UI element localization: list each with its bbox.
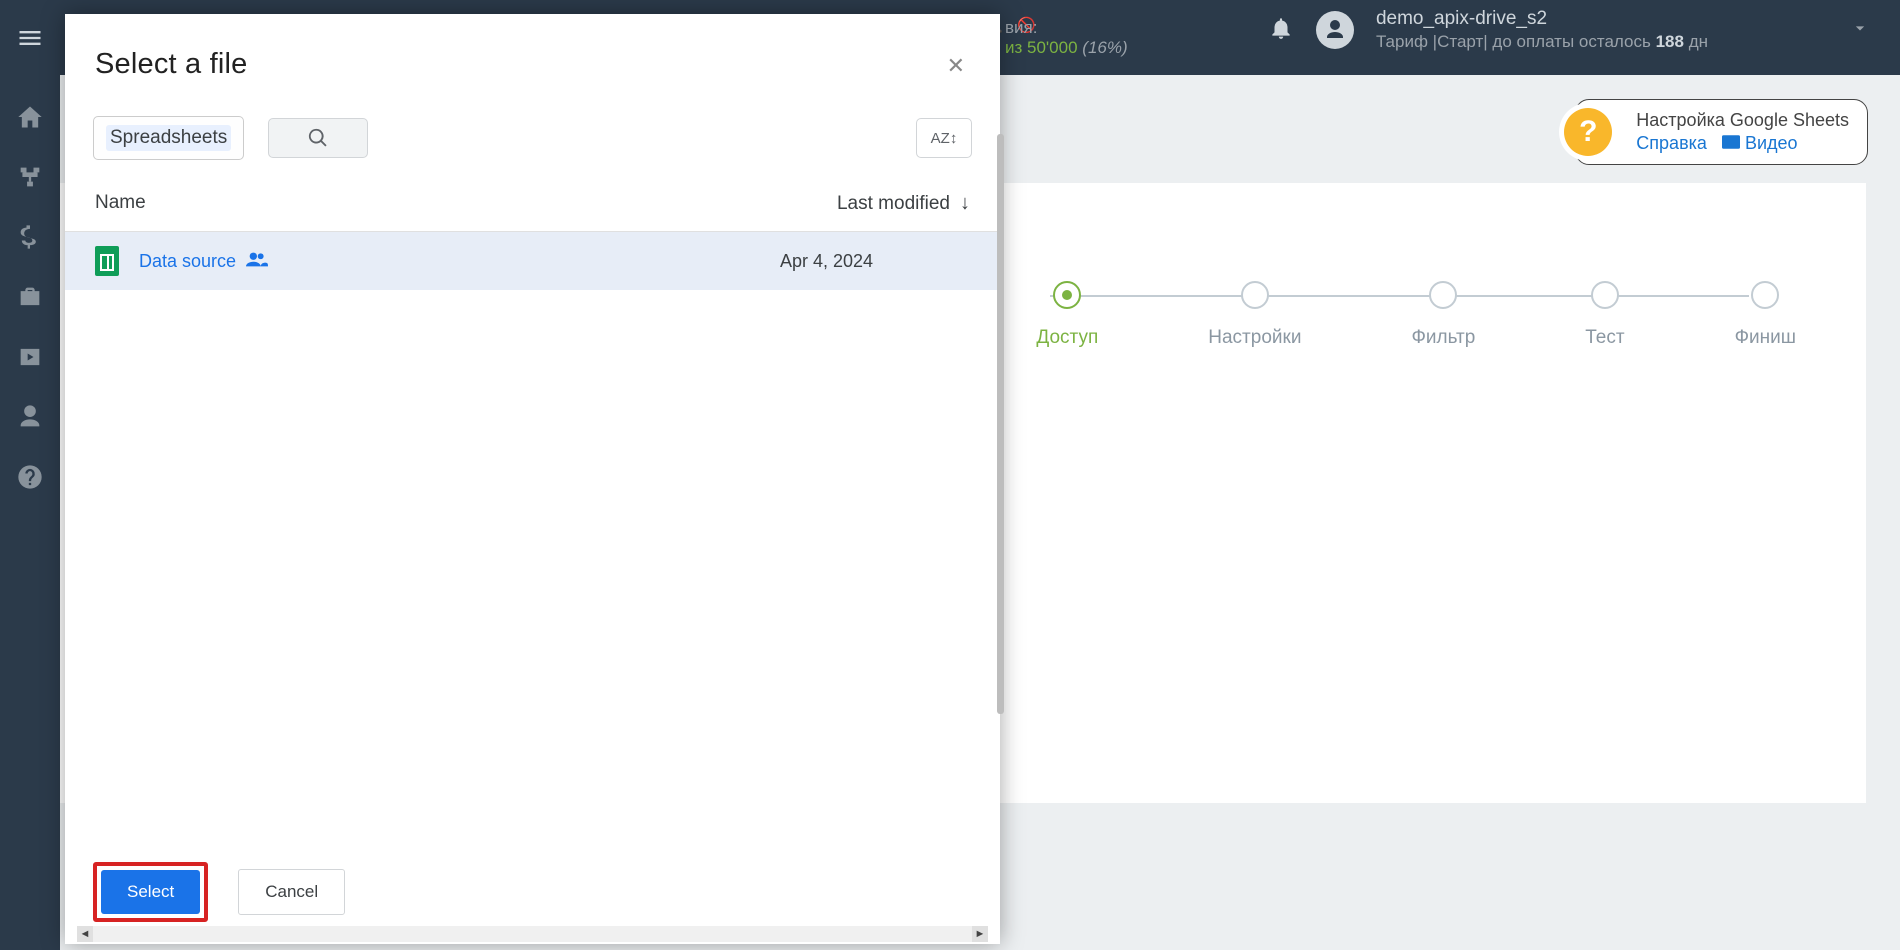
header-right: demo_apix-drive_s2 Тариф |Старт| до опла… [1268, 8, 1870, 52]
file-row[interactable]: Data sourceApr 4, 2024 [65, 232, 1000, 290]
hamburger-menu[interactable] [0, 0, 60, 75]
file-list: Data sourceApr 4, 2024 [65, 232, 1000, 840]
sidebar [0, 75, 60, 950]
scroll-track[interactable] [93, 926, 972, 942]
select-highlight: Select [93, 862, 208, 922]
help-video-link[interactable]: Видео [1745, 133, 1798, 153]
file-date: Apr 4, 2024 [780, 251, 970, 272]
type-filter-chip[interactable]: Spreadsheets [93, 116, 244, 160]
arrow-down-icon: ↓ [960, 192, 970, 215]
step-circle [1591, 281, 1619, 309]
modal-header: Select a file ✕ [65, 14, 1000, 92]
tariff-line: Тариф |Старт| до оплаты осталось 188 дн [1376, 32, 1708, 52]
scroll-left-arrow[interactable]: ◄ [77, 926, 93, 942]
step-circle [1053, 281, 1081, 309]
user-icon[interactable] [16, 403, 44, 431]
flow-icon[interactable] [16, 163, 44, 191]
step-circle [1241, 281, 1269, 309]
select-button[interactable]: Select [101, 870, 200, 914]
file-name: Data source [139, 251, 780, 272]
video-icon[interactable] [16, 343, 44, 371]
video-mini-icon [1722, 133, 1745, 153]
hamburger-icon [16, 24, 44, 52]
step-label: Настройки [1208, 327, 1301, 349]
step-финиш[interactable]: Финиш [1735, 281, 1796, 349]
step-фильтр[interactable]: Фильтр [1411, 281, 1475, 349]
horizontal-scrollbar[interactable]: ◄ ► [77, 926, 988, 942]
username: demo_apix-drive_s2 [1376, 8, 1708, 30]
usage-stats: вия: из 50'000 (16%) [1005, 18, 1128, 58]
account-info[interactable]: demo_apix-drive_s2 Тариф |Старт| до опла… [1376, 8, 1708, 52]
picker-tools: Spreadsheets AZ↕ [65, 92, 1000, 172]
scrollbar[interactable] [997, 134, 1004, 714]
help-chip: ? Настройка Google Sheets Справка Видео [1575, 99, 1868, 165]
picker-header-row: Name Last modified ↓ [65, 172, 1000, 232]
search-button[interactable] [268, 118, 368, 158]
briefcase-icon[interactable] [16, 283, 44, 311]
step-label: Доступ [1036, 327, 1098, 349]
avatar[interactable] [1316, 11, 1354, 49]
step-label: Тест [1585, 327, 1624, 349]
help-title: Настройка Google Sheets [1636, 110, 1849, 131]
file-picker-modal: Select a file ✕ Spreadsheets AZ↕ Name La… [65, 14, 1000, 944]
question-icon[interactable]: ? [1564, 108, 1612, 156]
shared-icon [246, 251, 268, 271]
close-icon[interactable]: ✕ [942, 48, 970, 84]
sort-az-button[interactable]: AZ↕ [916, 118, 972, 158]
step-доступ[interactable]: Доступ [1036, 281, 1098, 349]
bell-icon[interactable] [1268, 15, 1294, 46]
cancel-button[interactable]: Cancel [238, 869, 345, 915]
person-icon [1323, 18, 1347, 42]
scroll-right-arrow[interactable]: ► [972, 926, 988, 942]
chevron-down-icon[interactable] [1850, 18, 1870, 43]
dollar-icon[interactable] [16, 223, 44, 251]
column-date[interactable]: Last modified ↓ [837, 192, 970, 215]
step-label: Финиш [1735, 327, 1796, 349]
help-icon[interactable] [16, 463, 44, 491]
sheets-icon [95, 246, 119, 276]
column-name[interactable]: Name [95, 192, 837, 215]
sort-az-icon: AZ↕ [931, 130, 958, 147]
modal-title: Select a file [95, 48, 248, 81]
home-icon[interactable] [16, 103, 44, 131]
step-circle [1751, 281, 1779, 309]
search-icon [307, 127, 329, 149]
step-label: Фильтр [1411, 327, 1475, 349]
step-настройки[interactable]: Настройки [1208, 281, 1301, 349]
step-circle [1429, 281, 1457, 309]
step-тест[interactable]: Тест [1585, 281, 1624, 349]
help-ref-link[interactable]: Справка [1636, 133, 1707, 153]
